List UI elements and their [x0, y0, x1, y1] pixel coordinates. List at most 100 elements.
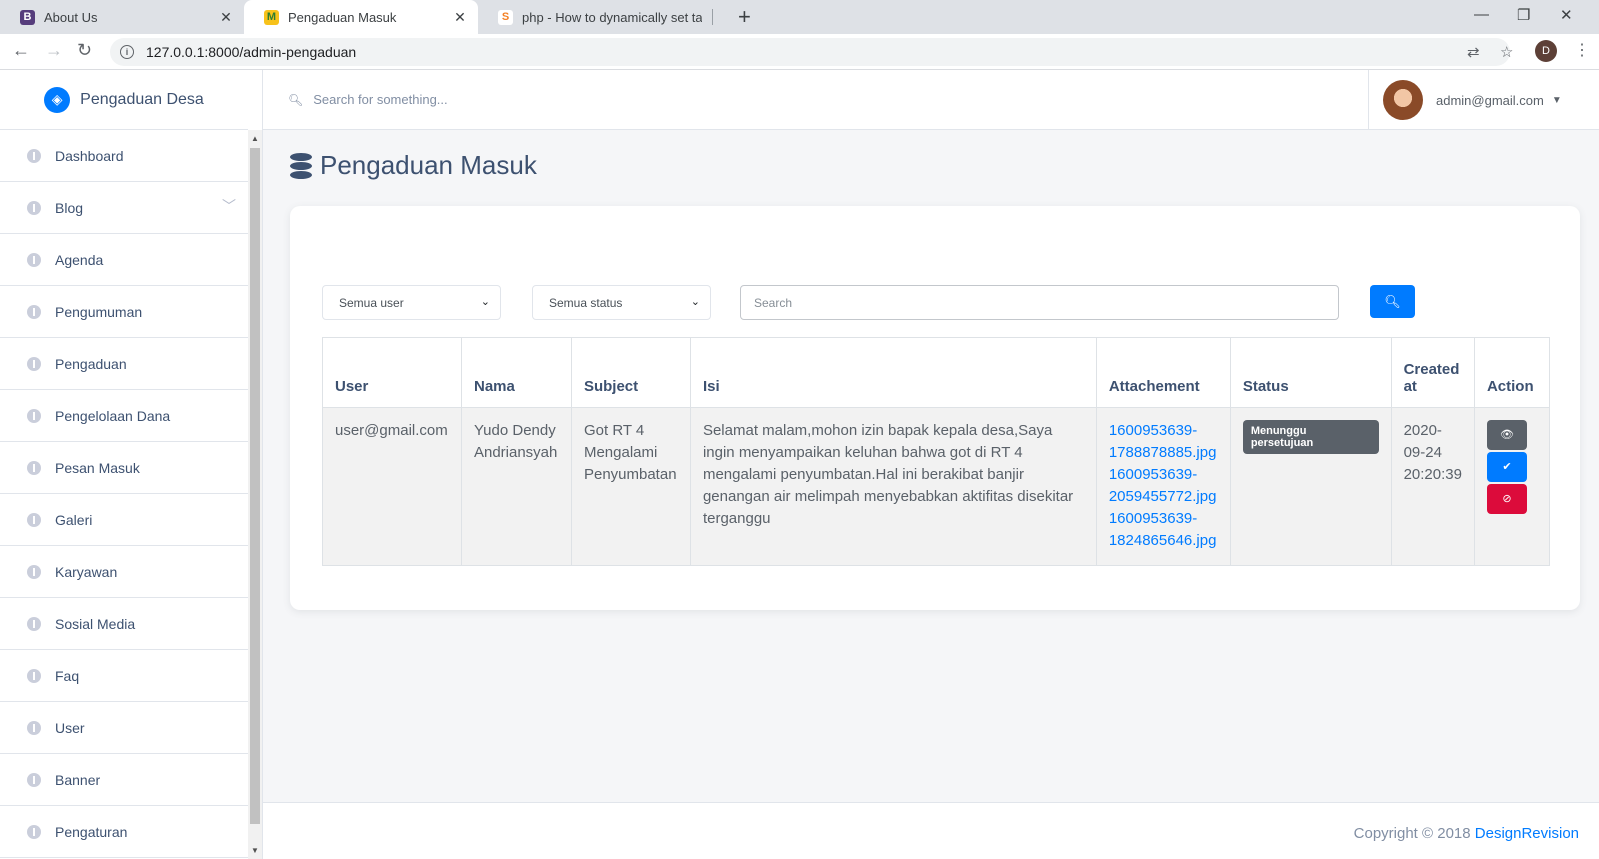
- info-icon: [27, 252, 41, 267]
- top-navbar: 🔍︎ Search for something... admin@gmail.c…: [263, 70, 1599, 130]
- sidebar-item-karyawan[interactable]: Karyawan: [0, 546, 248, 598]
- status-badge: Menunggu persetujuan: [1242, 420, 1379, 454]
- attachment-link[interactable]: 1600953639-1824865646.jpg: [1109, 508, 1218, 552]
- search-icon: 🔍︎: [1384, 293, 1401, 309]
- cell-created-at: 2020-09-24 20:20:39: [1390, 407, 1475, 566]
- sidebar-item-pengaduan[interactable]: Pengaduan: [0, 338, 248, 390]
- footer: Copyright © 2018 DesignRevision: [263, 802, 1599, 859]
- sidebar-item-label: Galeri: [55, 511, 93, 528]
- cell-subject: Got RT 4 Mengalami Penyumbatan: [570, 407, 691, 566]
- sidebar-item-label: Agenda: [55, 251, 104, 268]
- approve-button[interactable]: ✔: [1486, 452, 1527, 482]
- sidebar-item-dashboard[interactable]: Dashboard: [0, 130, 248, 182]
- reject-button[interactable]: ⊘: [1486, 484, 1527, 514]
- browser-profile-avatar[interactable]: D: [1535, 40, 1557, 62]
- sidebar-item-faq[interactable]: Faq: [0, 650, 248, 702]
- sidebar-item-sosial-media[interactable]: Sosial Media: [0, 598, 248, 650]
- sidebar-item-pesan-masuk[interactable]: Pesan Masuk: [0, 442, 248, 494]
- status-filter-select[interactable]: Semua status ⌄: [532, 285, 711, 320]
- sidebar-item-pengelolaan-dana[interactable]: Pengelolaan Dana: [0, 390, 248, 442]
- sidebar-scrollbar[interactable]: ▲ ▼: [248, 130, 262, 859]
- column-header-action: Action: [1473, 337, 1551, 408]
- minimize-icon[interactable]: —: [1474, 6, 1489, 23]
- tab-label: Pengaduan Masuk: [288, 9, 397, 25]
- search-input[interactable]: Search: [740, 285, 1339, 320]
- info-icon: [27, 772, 41, 787]
- avatar: [1383, 80, 1423, 120]
- info-icon: [27, 304, 41, 319]
- view-button[interactable]: 👁︎: [1486, 420, 1527, 450]
- brand[interactable]: ◈ Pengaduan Desa: [0, 70, 248, 130]
- designrevision-link[interactable]: DesignRevision: [1475, 825, 1579, 842]
- info-icon: [27, 148, 41, 163]
- column-header-attachement: Attachement: [1095, 337, 1231, 408]
- eye-icon: 👁︎: [1499, 429, 1514, 441]
- reload-icon[interactable]: ↻: [77, 40, 92, 61]
- table-header-row: User Nama Subject Isi Attachement Status…: [322, 337, 1551, 408]
- browser-tab-pengaduan-masuk[interactable]: M Pengaduan Masuk ✕: [244, 0, 478, 34]
- user-dropdown[interactable]: admin@gmail.com ▼: [1368, 70, 1599, 130]
- cell-attachement: 1600953639-1788878885.jpg 1600953639-205…: [1095, 407, 1231, 566]
- sidebar-item-agenda[interactable]: Agenda: [0, 234, 248, 286]
- forward-arrow-icon[interactable]: →: [45, 40, 63, 61]
- copyright: Copyright © 2018 DesignRevision: [1354, 825, 1579, 842]
- app-favicon-icon: M: [264, 9, 279, 25]
- info-icon: [27, 616, 41, 631]
- database-icon: [290, 152, 312, 179]
- brand-name: Pengaduan Desa: [80, 90, 204, 108]
- browser-tab-bar: B About Us ✕ M Pengaduan Masuk ✕ S php -…: [0, 0, 1599, 34]
- cell-isi: Selamat malam,mohon izin bapak kepala de…: [689, 407, 1097, 566]
- sidebar-item-pengumuman[interactable]: Pengumuman: [0, 286, 248, 338]
- close-tab-icon[interactable]: ✕: [452, 9, 468, 26]
- new-tab-icon[interactable]: +: [738, 4, 751, 30]
- close-tab-icon[interactable]: ✕: [218, 9, 234, 26]
- chevron-down-icon: ⌄: [480, 296, 490, 308]
- cell-action: 👁︎ ✔ ⊘: [1473, 407, 1551, 566]
- attachment-link[interactable]: 1600953639-1788878885.jpg: [1109, 420, 1218, 464]
- sidebar-item-label: Karyawan: [55, 563, 118, 580]
- top-search-field[interactable]: 🔍︎ Search for something...: [288, 92, 448, 107]
- column-header-status: Status: [1229, 337, 1392, 408]
- sidebar-item-label: Blog: [55, 199, 84, 216]
- url-field[interactable]: i 127.0.0.1:8000/admin-pengaduan: [110, 38, 1510, 66]
- browser-tab-about-us[interactable]: B About Us ✕: [0, 0, 244, 34]
- info-icon: [27, 200, 41, 215]
- complaints-table: User Nama Subject Isi Attachement Status…: [322, 337, 1551, 566]
- attachment-link[interactable]: 1600953639-2059455772.jpg: [1109, 464, 1218, 508]
- sidebar-item-galeri[interactable]: Galeri: [0, 494, 248, 546]
- info-icon: [27, 408, 41, 423]
- url-text: 127.0.0.1:8000/admin-pengaduan: [146, 44, 357, 60]
- sidebar-item-label: Pengelolaan Dana: [55, 407, 171, 424]
- table-row: user@gmail.com Yudo Dendy Andriansyah Go…: [322, 407, 1551, 566]
- check-icon: ✔: [1502, 461, 1512, 473]
- scroll-down-icon[interactable]: ▼: [251, 846, 259, 855]
- sidebar-item-label: Pengaduan: [55, 355, 127, 372]
- search-button[interactable]: 🔍︎: [1370, 285, 1415, 318]
- sidebar-item-label: User: [55, 719, 85, 736]
- info-icon: [27, 512, 41, 527]
- back-arrow-icon[interactable]: ←: [12, 40, 30, 61]
- page-title: Pengaduan Masuk: [290, 150, 537, 181]
- sidebar-item-user[interactable]: User: [0, 702, 248, 754]
- translate-icon[interactable]: ⇄: [1467, 43, 1480, 61]
- close-window-icon[interactable]: ✕: [1560, 6, 1573, 24]
- scroll-up-icon[interactable]: ▲: [251, 134, 259, 143]
- cell-status: Menunggu persetujuan: [1229, 407, 1392, 566]
- status-filter-value: Semua status: [549, 295, 623, 310]
- sidebar-item-blog[interactable]: Blog ﹀: [0, 182, 248, 234]
- info-icon: [27, 720, 41, 735]
- chevron-down-icon: ⌄: [690, 296, 700, 308]
- browser-tab-stackoverflow[interactable]: S php - How to dynamically set tab: [478, 0, 712, 34]
- site-info-icon[interactable]: i: [120, 45, 134, 59]
- restore-icon[interactable]: ❐: [1517, 6, 1530, 24]
- info-icon: [27, 824, 41, 839]
- sidebar-item-banner[interactable]: Banner: [0, 754, 248, 806]
- sidebar-item-label: Pengaturan: [55, 823, 128, 840]
- bookmark-star-icon[interactable]: ☆: [1500, 43, 1513, 61]
- brand-logo-icon: ◈: [44, 86, 71, 113]
- sidebar-item-pengaturan[interactable]: Pengaturan: [0, 806, 248, 858]
- user-filter-select[interactable]: Semua user ⌄: [322, 285, 501, 320]
- scrollbar-thumb[interactable]: [250, 148, 260, 824]
- sidebar-item-label: Sosial Media: [55, 615, 136, 632]
- browser-menu-icon[interactable]: ⋮: [1574, 40, 1590, 60]
